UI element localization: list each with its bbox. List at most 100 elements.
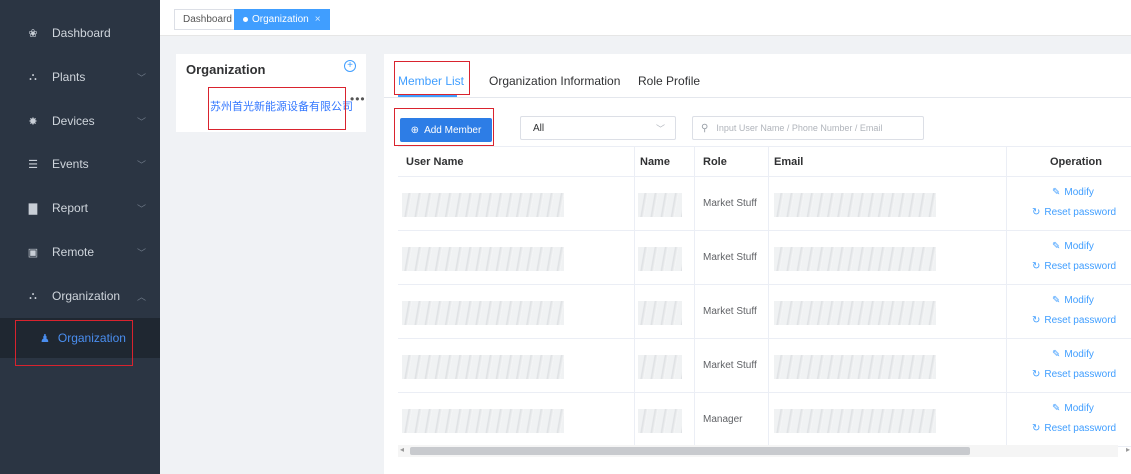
- modify-link[interactable]: ✎ Modify: [1052, 403, 1094, 414]
- scroll-left-icon[interactable]: ◂: [400, 445, 404, 454]
- search-input[interactable]: ⚲ Input User Name / Phone Number / Email: [692, 116, 924, 140]
- modify-label: Modify: [1064, 241, 1094, 252]
- refresh-icon: ↻: [1032, 369, 1041, 380]
- redacted-name: [638, 247, 682, 271]
- reset-password-link[interactable]: ↻ Reset password: [1032, 207, 1116, 218]
- tag-label: Dashboard: [183, 14, 232, 25]
- reset-label: Reset password: [1044, 369, 1117, 380]
- more-icon[interactable]: •••: [350, 92, 366, 106]
- reset-password-link[interactable]: ↻ Reset password: [1032, 315, 1116, 326]
- column-header-user-name: User Name: [406, 156, 464, 168]
- sidebar-item-devices[interactable]: ✸ Devices ﹀: [0, 99, 160, 143]
- modify-label: Modify: [1064, 187, 1094, 198]
- redacted-email: [774, 355, 936, 379]
- sidebar-item-label: Report: [52, 201, 89, 215]
- table-row: Manager ✎ Modify ↻ Reset password: [398, 393, 1131, 447]
- chevron-down-icon: ﹀: [136, 72, 146, 83]
- column-header-role: Role: [703, 156, 727, 168]
- role-filter-select[interactable]: All ﹀: [520, 116, 676, 140]
- redacted-user-name: [402, 301, 564, 325]
- chevron-down-icon: ﹀: [136, 203, 146, 214]
- column-divider: [1006, 146, 1007, 448]
- table-row: Market Stuff ✎ Modify ↻ Reset password: [398, 231, 1131, 285]
- redacted-user-name: [402, 409, 564, 433]
- sidebar-item-remote[interactable]: ▣ Remote ﹀: [0, 230, 160, 274]
- table-header: User Name Name Role Email Operation: [398, 146, 1131, 177]
- role-cell: Market Stuff: [703, 360, 757, 371]
- modify-link[interactable]: ✎ Modify: [1052, 241, 1094, 252]
- role-cell: Market Stuff: [703, 306, 757, 317]
- tag-dashboard[interactable]: Dashboard: [174, 9, 241, 30]
- redacted-user-name: [402, 247, 564, 271]
- sidebar: ❀ Dashboard ⛬ Plants ﹀ ✸ Devices ﹀ ☰ Eve…: [0, 0, 160, 474]
- chevron-down-icon: ﹀: [136, 159, 146, 170]
- redacted-email: [774, 247, 936, 271]
- edit-icon: ✎: [1052, 295, 1061, 306]
- redacted-email: [774, 193, 936, 217]
- column-header-email: Email: [774, 156, 804, 168]
- modify-label: Modify: [1064, 349, 1094, 360]
- modify-link[interactable]: ✎ Modify: [1052, 295, 1094, 306]
- sidebar-item-events[interactable]: ☰ Events ﹀: [0, 142, 160, 186]
- highlight-box: [208, 87, 346, 130]
- redacted-name: [638, 193, 682, 217]
- add-organization-icon[interactable]: +: [344, 60, 356, 72]
- edit-icon: ✎: [1052, 187, 1061, 198]
- horizontal-scrollbar[interactable]: ◂ ▸: [398, 445, 1130, 457]
- sidebar-item-plants[interactable]: ⛬ Plants ﹀: [0, 55, 160, 99]
- scrollbar-thumb[interactable]: [410, 447, 970, 455]
- tab-role-profile[interactable]: Role Profile: [638, 74, 700, 88]
- tag-organization[interactable]: Organization ×: [234, 9, 330, 30]
- table-row: Market Stuff ✎ Modify ↻ Reset password: [398, 339, 1131, 393]
- remote-icon: ▣: [27, 246, 39, 259]
- refresh-icon: ↻: [1032, 207, 1041, 218]
- redacted-email: [774, 301, 936, 325]
- scroll-right-icon[interactable]: ▸: [1126, 445, 1130, 454]
- tab-organization-information[interactable]: Organization Information: [489, 74, 620, 88]
- reset-password-link[interactable]: ↻ Reset password: [1032, 423, 1116, 434]
- highlight-box: [394, 61, 470, 95]
- table-row: Market Stuff ✎ Modify ↻ Reset password: [398, 177, 1131, 231]
- plant-icon: ⛬: [29, 70, 37, 83]
- search-placeholder: Input User Name / Phone Number / Email: [716, 123, 883, 133]
- column-divider: [694, 146, 695, 448]
- reset-password-link[interactable]: ↻ Reset password: [1032, 261, 1116, 272]
- redacted-email: [774, 409, 936, 433]
- modify-link[interactable]: ✎ Modify: [1052, 349, 1094, 360]
- table-row: Market Stuff ✎ Modify ↻ Reset password: [398, 285, 1131, 339]
- highlight-box: [15, 320, 133, 366]
- search-icon: ⚲: [701, 122, 709, 134]
- main-panel: Member List Organization Information Rol…: [384, 54, 1131, 474]
- redacted-name: [638, 355, 682, 379]
- close-icon[interactable]: ×: [315, 14, 321, 25]
- role-cell: Market Stuff: [703, 252, 757, 263]
- sidebar-item-dashboard[interactable]: ❀ Dashboard: [0, 11, 160, 55]
- modify-label: Modify: [1064, 295, 1094, 306]
- dashboard-icon: ❀: [28, 27, 38, 40]
- reset-password-link[interactable]: ↻ Reset password: [1032, 369, 1116, 380]
- tag-bar: Dashboard Organization ×: [160, 0, 1131, 36]
- sidebar-item-report[interactable]: ▇ Report ﹀: [0, 186, 160, 230]
- modify-link[interactable]: ✎ Modify: [1052, 187, 1094, 198]
- organization-icon: ⛬: [29, 289, 37, 302]
- modify-label: Modify: [1064, 403, 1094, 414]
- reset-label: Reset password: [1044, 423, 1117, 434]
- sidebar-item-label: Dashboard: [52, 26, 111, 40]
- active-dot-icon: [243, 17, 248, 22]
- column-divider: [768, 146, 769, 448]
- sidebar-item-label: Devices: [52, 114, 95, 128]
- redacted-name: [638, 409, 682, 433]
- edit-icon: ✎: [1052, 241, 1061, 252]
- sidebar-item-label: Remote: [52, 245, 95, 259]
- chevron-down-icon: ﹀: [655, 123, 665, 134]
- select-value: All: [533, 122, 545, 134]
- edit-icon: ✎: [1052, 403, 1061, 414]
- chevron-up-icon: ︿: [136, 291, 146, 302]
- tag-label: Organization: [252, 14, 309, 25]
- column-header-operation: Operation: [1050, 156, 1102, 168]
- sidebar-item-organization[interactable]: ⛬ Organization ︿: [0, 274, 160, 318]
- redacted-user-name: [402, 193, 564, 217]
- refresh-icon: ↻: [1032, 423, 1041, 434]
- reset-label: Reset password: [1044, 315, 1117, 326]
- redacted-name: [638, 301, 682, 325]
